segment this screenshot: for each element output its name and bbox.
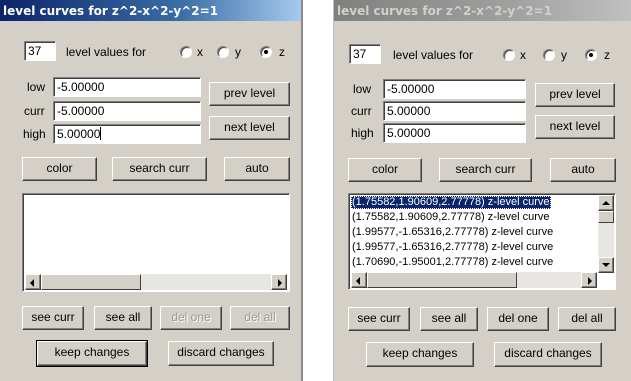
search-curr-button[interactable]: search curr <box>439 158 532 182</box>
color-button[interactable]: color <box>348 158 422 182</box>
radio-z-selected[interactable] <box>585 49 597 61</box>
scroll-down-button[interactable] <box>598 257 614 273</box>
prev-level-button[interactable]: prev level <box>535 83 615 107</box>
level-count-input[interactable]: 37 <box>24 41 56 61</box>
discard-changes-button[interactable]: discard changes <box>494 342 602 367</box>
keep-changes-button[interactable]: keep changes <box>366 342 474 367</box>
radio-y-label: y <box>561 48 567 62</box>
scroll-left-button[interactable] <box>351 272 367 288</box>
scroll-right-button[interactable] <box>271 274 287 290</box>
scroll-left-button[interactable] <box>25 274 41 290</box>
radio-x[interactable] <box>503 49 515 61</box>
del-all-button[interactable]: del all <box>230 306 290 330</box>
del-one-button[interactable]: del one <box>160 306 222 330</box>
low-label: low <box>353 82 372 96</box>
auto-button[interactable]: auto <box>550 158 616 182</box>
radio-y[interactable] <box>217 46 229 58</box>
list-item-selected[interactable]: (1.75582,1.90609,2.77778) z-level curve <box>351 196 551 209</box>
radio-x[interactable] <box>180 46 192 58</box>
curr-input[interactable]: 5.00000 <box>383 101 526 121</box>
radio-dot <box>264 50 268 54</box>
see-curr-button[interactable]: see curr <box>22 306 84 330</box>
arrow-left-icon <box>356 277 360 285</box>
high-input[interactable]: 5.00000 <box>53 124 201 144</box>
radio-z-label: z <box>279 45 285 59</box>
auto-button[interactable]: auto <box>224 157 290 181</box>
next-level-button[interactable]: next level <box>209 116 290 140</box>
scroll-up-button[interactable] <box>598 195 614 211</box>
list-item[interactable]: (1.75582,1.90609,2.77778) z-level curve <box>351 211 551 224</box>
level-count-input[interactable]: 37 <box>349 44 381 64</box>
level-values-label: level values for <box>66 45 147 59</box>
low-input[interactable]: -5.00000 <box>383 79 526 99</box>
text-caret <box>100 127 102 140</box>
low-label: low <box>27 80 46 94</box>
radio-z-label: z <box>604 48 610 62</box>
see-all-button[interactable]: see all <box>420 307 478 331</box>
level-values-label: level values for <box>393 48 474 62</box>
color-button[interactable]: color <box>22 157 97 181</box>
level-curve-list[interactable] <box>22 193 290 292</box>
arrow-left-icon <box>30 279 34 287</box>
radio-y[interactable] <box>543 49 555 61</box>
prev-level-button[interactable]: prev level <box>209 82 290 106</box>
see-all-button[interactable]: see all <box>94 306 152 330</box>
level-curve-list[interactable]: (1.75582,1.90609,2.77778) z-level curve … <box>348 193 616 290</box>
curr-label: curr <box>24 104 45 118</box>
discard-changes-button[interactable]: discard changes <box>168 341 274 366</box>
del-one-button[interactable]: del one <box>487 307 549 331</box>
high-label: high <box>351 126 374 140</box>
del-all-button[interactable]: del all <box>558 307 616 331</box>
keep-changes-button[interactable]: keep changes <box>36 340 148 367</box>
horizontal-scroll-thumb[interactable] <box>41 274 141 290</box>
curr-label: curr <box>351 104 372 118</box>
arrow-right-icon <box>278 279 282 287</box>
list-item[interactable]: (1.99577,-1.65316,2.77778) z-level curve <box>351 241 554 254</box>
horizontal-scroll-thumb[interactable] <box>367 272 517 288</box>
vertical-scroll-thumb[interactable] <box>598 211 614 223</box>
radio-y-label: y <box>235 45 241 59</box>
radio-dot <box>589 53 593 57</box>
radio-x-label: x <box>520 48 526 62</box>
high-label: high <box>23 127 46 141</box>
arrow-down-icon <box>602 263 610 267</box>
high-input[interactable]: 5.00000 <box>383 123 526 143</box>
window-title[interactable]: level curves for z^2-x^2-y^2=1 <box>0 0 301 21</box>
scroll-right-button[interactable] <box>581 272 597 288</box>
low-input[interactable]: -5.00000 <box>53 77 201 97</box>
see-curr-button[interactable]: see curr <box>348 307 410 331</box>
next-level-button[interactable]: next level <box>535 115 615 139</box>
list-item[interactable]: (1.99577,-1.65316,2.77778) z-level curve <box>351 226 554 239</box>
search-curr-button[interactable]: search curr <box>112 157 207 181</box>
level-curves-dialog-inactive: level curves for z^2-x^2-y^2=1 37 level … <box>333 0 631 381</box>
level-curves-dialog-active: level curves for z^2-x^2-y^2=1 37 level … <box>0 0 303 381</box>
arrow-up-icon <box>602 201 610 205</box>
list-item[interactable]: (1.70690,-1.95001,2.77778) z-level curve <box>351 256 554 269</box>
radio-x-label: x <box>197 45 203 59</box>
radio-z-selected[interactable] <box>260 46 272 58</box>
window-title[interactable]: level curves for z^2-x^2-y^2=1 <box>334 0 631 21</box>
arrow-right-icon <box>588 277 592 285</box>
curr-input[interactable]: -5.00000 <box>53 101 201 121</box>
